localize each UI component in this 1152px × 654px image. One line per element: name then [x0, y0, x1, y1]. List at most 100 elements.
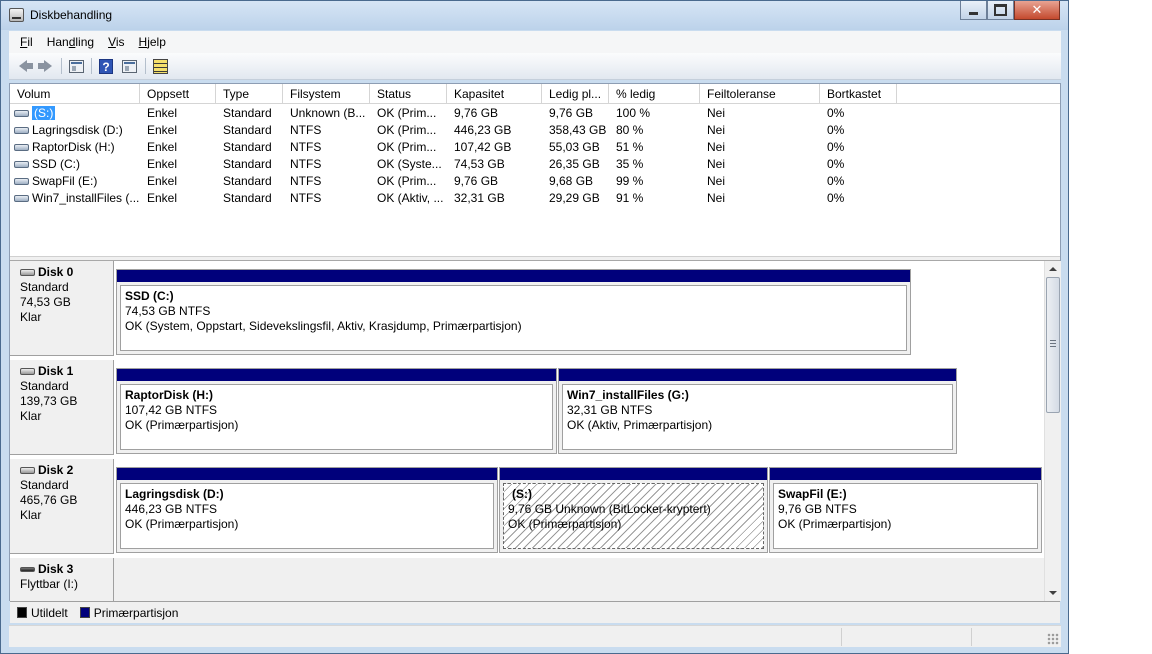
- volume-row[interactable]: Lagringsdisk (D:) Enkel Standard NTFS OK…: [10, 122, 1060, 139]
- scroll-up-icon[interactable]: [1049, 267, 1057, 271]
- column-header-filsystem[interactable]: Filsystem: [283, 84, 370, 104]
- volume-capacity: 9,76 GB: [454, 106, 499, 120]
- legend-swatch: [17, 607, 27, 618]
- primary-partition-bar: [559, 369, 956, 381]
- volume-fault-tolerance: Nei: [707, 174, 726, 188]
- forward-arrow-icon: [38, 60, 52, 72]
- partition-status: OK (System, Oppstart, Sidevekslingsfil, …: [125, 319, 522, 333]
- volume-status: OK (Aktiv, ...: [377, 191, 444, 205]
- resize-grip-icon[interactable]: [1047, 633, 1059, 645]
- column-header-kapasitet[interactable]: Kapasitet: [447, 84, 542, 104]
- volume-status: OK (Prim...: [377, 140, 437, 154]
- primary-partition-bar: [117, 468, 497, 480]
- column-header-bortkastet[interactable]: Bortkastet: [820, 84, 897, 104]
- status-cell: [841, 628, 971, 646]
- menu-bar: Fil Handling Vis Hjelp: [9, 31, 1061, 53]
- legend-swatch: [79, 607, 90, 618]
- primary-partition-bar: [500, 468, 767, 480]
- hard-disk-icon: [20, 368, 35, 375]
- volume-layout: Enkel: [147, 106, 178, 120]
- disk-management-app-icon: [9, 8, 24, 22]
- column-header-type[interactable]: Type: [216, 84, 283, 104]
- disk-0-label[interactable]: Disk 0 Standard 74,53 GB Klar: [10, 261, 114, 356]
- partition-h[interactable]: RaptorDisk (H:) 107,42 GB NTFS OK (Primæ…: [116, 368, 557, 454]
- scrollbar-thumb[interactable]: [1046, 277, 1060, 413]
- volume-row[interactable]: SSD (C:) Enkel Standard NTFS OK (Syste..…: [10, 156, 1060, 173]
- show-hide-console-tree-button[interactable]: [66, 57, 86, 75]
- column-header-status[interactable]: Status: [370, 84, 447, 104]
- volume-overhead: 0%: [827, 157, 845, 171]
- legend-label: Primærpartisjon: [93, 605, 179, 620]
- partition-size-fs: 32,31 GB NTFS: [567, 403, 653, 417]
- menu-hjelp[interactable]: Hjelp: [132, 35, 173, 49]
- volume-type: Standard: [223, 123, 272, 137]
- back-button[interactable]: [13, 57, 33, 75]
- volume-overhead: 0%: [827, 123, 845, 137]
- volume-fault-tolerance: Nei: [707, 157, 726, 171]
- volume-layout: Enkel: [147, 157, 178, 171]
- disk-name: Disk 2: [38, 463, 74, 477]
- column-header-volum[interactable]: Volum: [10, 84, 140, 104]
- help-icon: ?: [99, 58, 113, 74]
- volume-row[interactable]: (S:) Enkel Standard Unknown (B... OK (Pr…: [10, 105, 1060, 122]
- properties-button[interactable]: [150, 57, 170, 75]
- volume-row[interactable]: Win7_installFiles (... Enkel Standard NT…: [10, 190, 1060, 207]
- disk-size: 465,76 GB: [20, 493, 78, 507]
- volume-fault-tolerance: Nei: [707, 123, 726, 137]
- disk-3-area[interactable]: [114, 558, 1044, 601]
- column-header-feiltoleranse[interactable]: Feiltoleranse: [700, 84, 820, 104]
- disk-size: 139,73 GB: [20, 394, 78, 408]
- volume-filesystem: Unknown (B...: [290, 106, 366, 120]
- window-title: Diskbehandling: [30, 8, 113, 22]
- disk-type: Flyttbar (I:): [20, 577, 79, 591]
- removable-disk-icon: [20, 567, 35, 572]
- column-header-prosent-ledig[interactable]: % ledig: [609, 84, 700, 104]
- volume-status: OK (Syste...: [377, 157, 442, 171]
- scroll-down-icon[interactable]: [1049, 591, 1057, 595]
- disk-management-window: Diskbehandling ✕ Fil Handling Vis Hjelp …: [0, 0, 1069, 654]
- maximize-button[interactable]: [987, 1, 1014, 20]
- partition-name: Lagringsdisk (D:): [125, 487, 224, 501]
- volume-percent-free: 91 %: [616, 191, 644, 205]
- volume-layout: Enkel: [147, 174, 178, 188]
- partition-g[interactable]: Win7_installFiles (G:) 32,31 GB NTFS OK …: [558, 368, 957, 454]
- disk-2-label[interactable]: Disk 2 Standard 465,76 GB Klar: [10, 459, 114, 554]
- volume-percent-free: 100 %: [616, 106, 651, 120]
- legend-bar: Utildelt Primærpartisjon: [10, 601, 1060, 623]
- action-pane-icon: [121, 59, 137, 73]
- legend-item-unallocated: Utildelt: [17, 606, 68, 620]
- primary-partition-bar: [117, 270, 910, 282]
- volume-layout: Enkel: [147, 140, 178, 154]
- menu-vis[interactable]: Vis: [101, 35, 131, 49]
- help-button[interactable]: ?: [96, 57, 116, 75]
- volume-filesystem: NTFS: [290, 174, 322, 188]
- partition-e[interactable]: SwapFil (E:) 9,76 GB NTFS OK (Primærpart…: [769, 467, 1042, 553]
- title-bar[interactable]: Diskbehandling ✕: [1, 1, 1068, 30]
- volume-name: Win7_installFiles (...: [32, 191, 140, 205]
- volume-capacity: 446,23 GB: [454, 123, 512, 137]
- disk-3-label[interactable]: Disk 3 Flyttbar (I:): [10, 558, 114, 601]
- volume-name: Lagringsdisk (D:): [32, 123, 123, 137]
- menu-handling[interactable]: Handling: [40, 35, 101, 49]
- volume-type: Standard: [223, 140, 272, 154]
- disk-name: Disk 1: [38, 364, 74, 378]
- disk-size: 74,53 GB: [20, 295, 71, 309]
- partition-c[interactable]: SSD (C:) 74,53 GB NTFS OK (System, Oppst…: [116, 269, 911, 355]
- primary-partition-bar: [770, 468, 1041, 480]
- grip-icon: [1050, 340, 1056, 347]
- volume-row[interactable]: RaptorDisk (H:) Enkel Standard NTFS OK (…: [10, 139, 1060, 156]
- partition-status: OK (Primærpartisjon): [778, 517, 892, 531]
- volume-free-space: 358,43 GB: [549, 123, 607, 137]
- volume-row[interactable]: SwapFil (E:) Enkel Standard NTFS OK (Pri…: [10, 173, 1060, 190]
- column-header-ledig-plass[interactable]: Ledig pl...: [542, 84, 609, 104]
- menu-fil[interactable]: Fil: [13, 35, 40, 49]
- show-hide-action-pane-button[interactable]: [119, 57, 139, 75]
- forward-button[interactable]: [35, 57, 55, 75]
- column-header-oppsett[interactable]: Oppsett: [140, 84, 216, 104]
- partition-d[interactable]: Lagringsdisk (D:) 446,23 GB NTFS OK (Pri…: [116, 467, 498, 553]
- partition-s[interactable]: (S:) 9,76 GB Unknown (BitLocker-kryptert…: [499, 467, 768, 553]
- vertical-scrollbar[interactable]: [1044, 261, 1061, 601]
- disk-1-label[interactable]: Disk 1 Standard 139,73 GB Klar: [10, 360, 114, 455]
- close-button[interactable]: ✕: [1014, 1, 1060, 20]
- minimize-button[interactable]: [960, 1, 987, 20]
